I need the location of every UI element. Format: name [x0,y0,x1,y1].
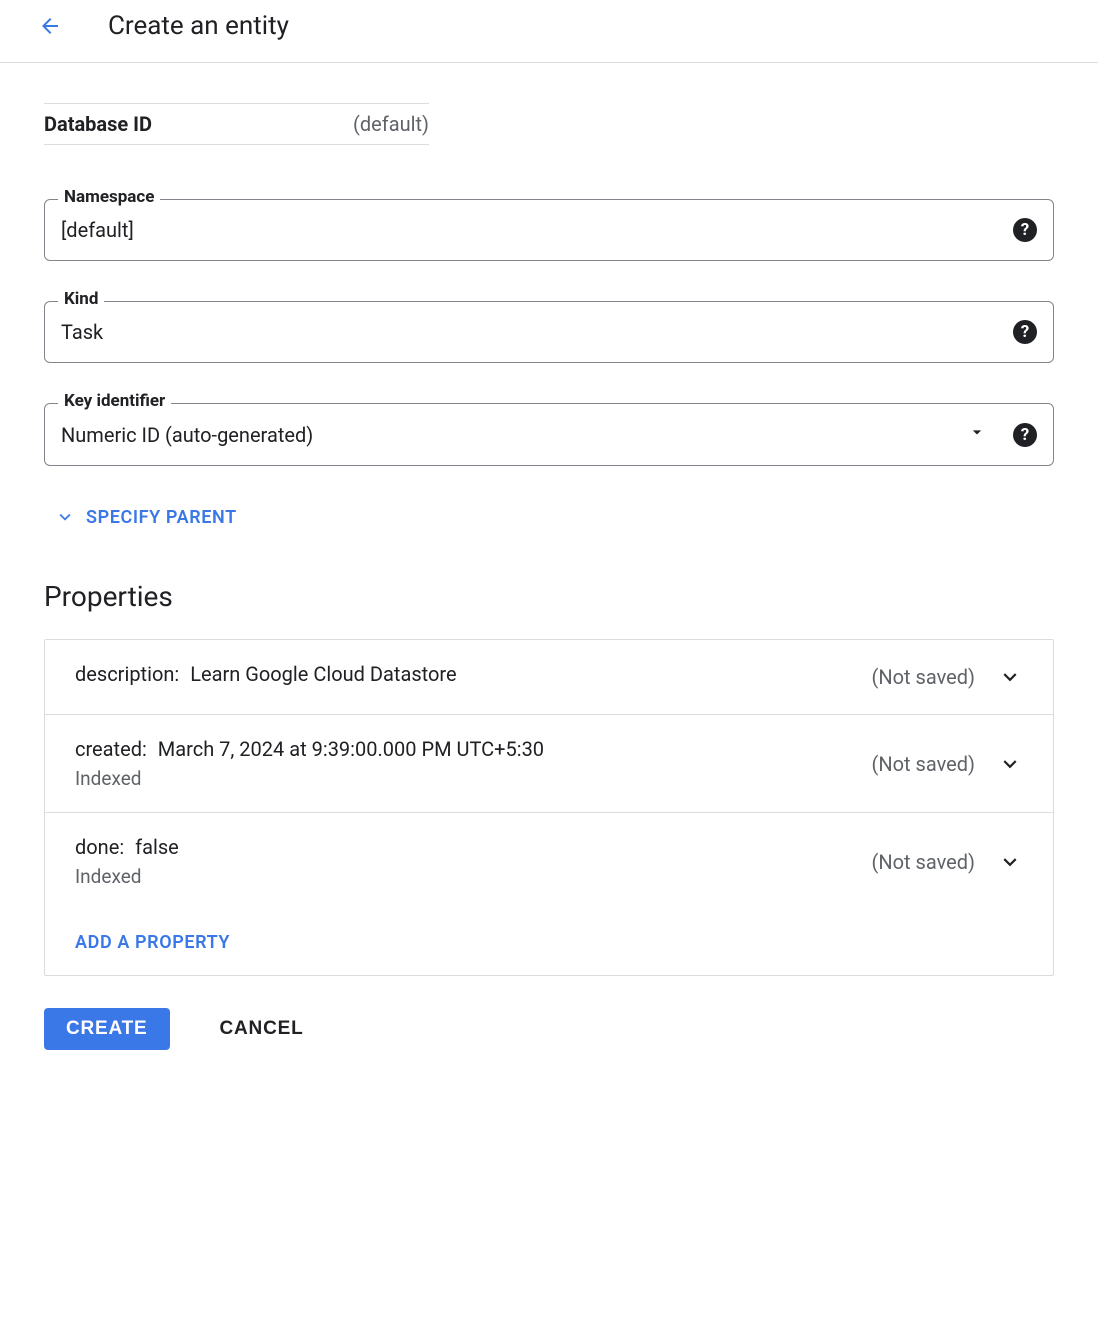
kind-input[interactable]: Task ? [44,301,1054,363]
kind-field: Kind Task ? [44,301,1054,363]
namespace-field: Namespace [default] ? [44,199,1054,261]
database-id-value: (default) [353,112,429,136]
not-saved-label: (Not saved) [872,665,976,689]
property-name: done: [75,835,124,859]
specify-parent-toggle[interactable]: SPECIFY PARENT [54,506,1054,528]
page-header: Create an entity [0,0,1098,63]
key-identifier-select[interactable]: Numeric ID (auto-generated) ? [44,403,1054,466]
form-buttons: CREATE CANCEL [44,1008,1054,1050]
page-title: Create an entity [108,11,289,41]
not-saved-label: (Not saved) [872,752,976,776]
property-indexed-label: Indexed [75,767,852,790]
back-arrow-icon[interactable] [34,10,66,42]
add-property-button[interactable]: ADD A PROPERTY [75,932,230,953]
property-value: Learn Google Cloud Datastore [185,662,456,686]
key-identifier-value: Numeric ID (auto-generated) [61,423,313,447]
property-name: description: [75,662,179,686]
key-identifier-field: Key identifier Numeric ID (auto-generate… [44,403,1054,466]
cancel-button[interactable]: CANCEL [214,1017,310,1041]
specify-parent-label: SPECIFY PARENT [86,507,237,528]
properties-panel: description: Learn Google Cloud Datastor… [44,639,1054,976]
expand-chevron-icon[interactable] [997,849,1023,875]
properties-heading: Properties [44,580,1054,613]
namespace-label: Namespace [58,187,160,207]
help-icon[interactable]: ? [1013,423,1037,447]
create-button[interactable]: CREATE [44,1008,170,1050]
kind-label: Kind [58,289,104,309]
chevron-down-icon [54,506,76,528]
expand-chevron-icon[interactable] [997,664,1023,690]
property-value: false [130,835,179,859]
add-property-row: ADD A PROPERTY [45,910,1053,975]
dropdown-arrow-icon [967,422,987,447]
property-row[interactable]: description: Learn Google Cloud Datastor… [45,640,1053,715]
expand-chevron-icon[interactable] [997,751,1023,777]
namespace-input[interactable]: [default] ? [44,199,1054,261]
property-row[interactable]: done: false Indexed (Not saved) [45,813,1053,910]
database-id-row: Database ID (default) [44,103,429,145]
namespace-value: [default] [61,218,134,242]
kind-value: Task [61,320,103,344]
help-icon[interactable]: ? [1013,320,1037,344]
database-id-label: Database ID [44,112,152,136]
property-indexed-label: Indexed [75,865,852,888]
property-row[interactable]: created: March 7, 2024 at 9:39:00.000 PM… [45,715,1053,813]
not-saved-label: (Not saved) [872,850,976,874]
form-content: Database ID (default) Namespace [default… [0,63,1098,1090]
help-icon[interactable]: ? [1013,218,1037,242]
property-name: created: [75,737,147,761]
property-value: March 7, 2024 at 9:39:00.000 PM UTC+5:30 [153,737,544,761]
key-identifier-label: Key identifier [58,391,171,411]
